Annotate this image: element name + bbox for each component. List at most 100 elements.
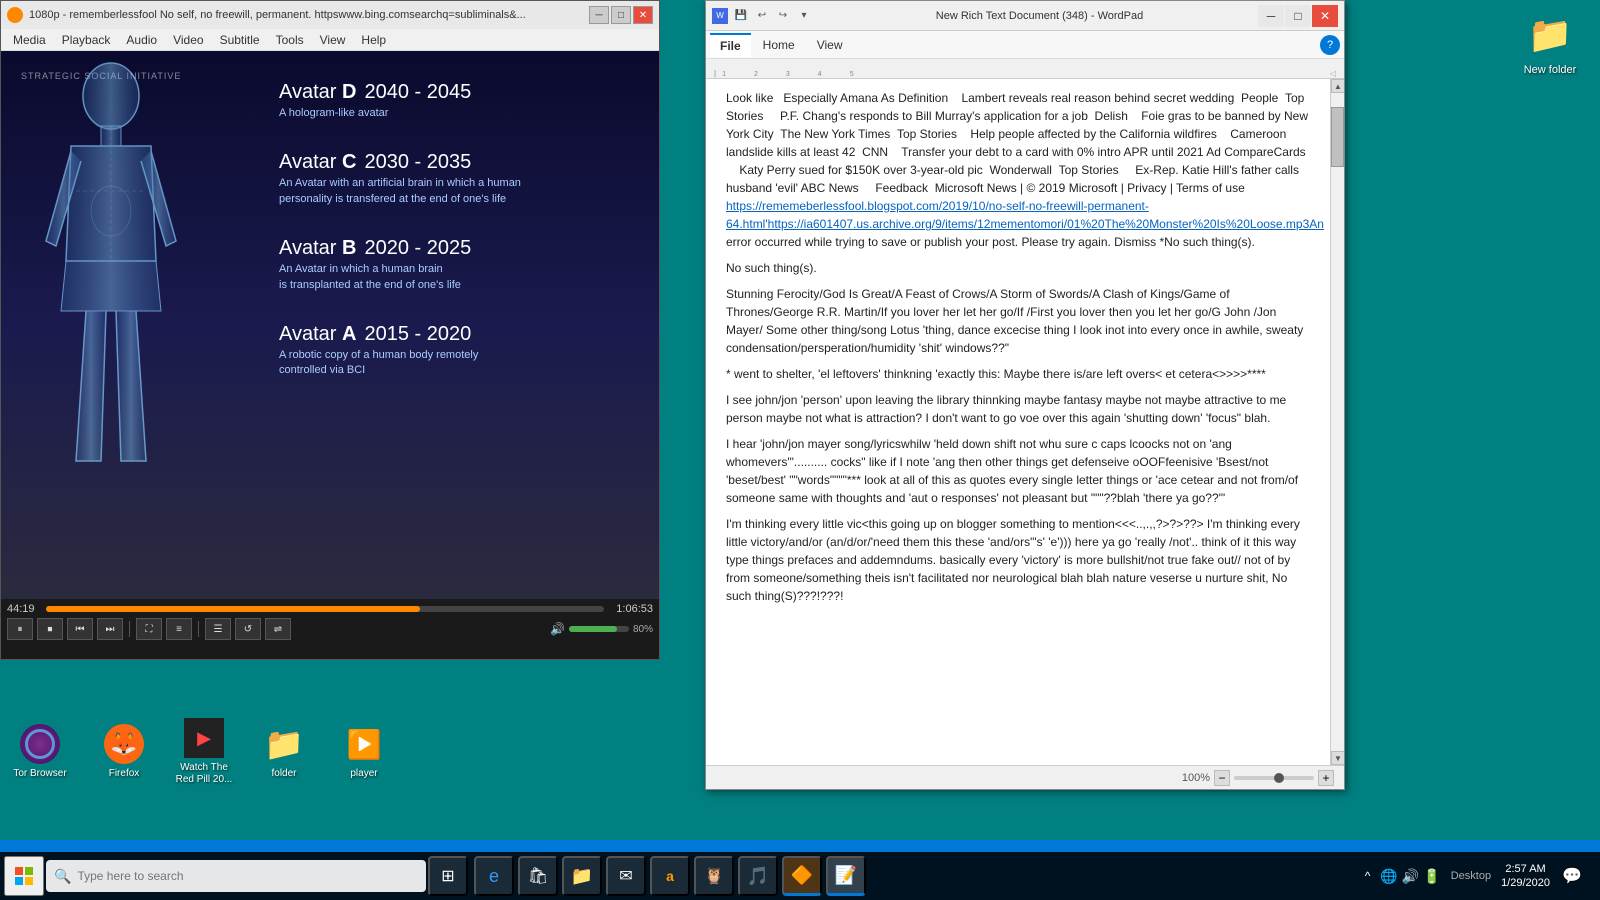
vlc-loop-button[interactable]: ↺ xyxy=(235,618,261,640)
video-label: Watch TheRed Pill 20... xyxy=(176,762,233,786)
taskbar-search-input[interactable] xyxy=(77,869,418,883)
taskbar-show-more-button[interactable]: ^ xyxy=(1361,867,1375,885)
vlc-stop-button[interactable]: ⏹ xyxy=(37,618,63,640)
vlc-menu-playback[interactable]: Playback xyxy=(54,31,119,49)
taskbar-task-view-button[interactable]: ⊞ xyxy=(428,856,468,896)
player-label: player xyxy=(350,768,377,780)
ruler-tick-2: 2 xyxy=(754,71,758,78)
taskbar-explorer-button[interactable]: 📁 xyxy=(562,856,602,896)
taskbar-store-button[interactable]: 🛍 xyxy=(518,856,558,896)
para-1: Look like Especially Amana As Definition… xyxy=(726,89,1310,251)
taskbar-edge-button[interactable]: e xyxy=(474,856,514,896)
desktop-icon-firefox[interactable]: 🦊 Firefox xyxy=(84,712,164,792)
taskbar-battery-icon[interactable]: 🔋 xyxy=(1423,868,1440,885)
wp-zoom-slider-thumb[interactable] xyxy=(1274,773,1284,783)
vlc-shuffle-button[interactable]: ⇌ xyxy=(265,618,291,640)
wp-tab-view[interactable]: View xyxy=(807,34,853,56)
desktop-icon-tor[interactable]: Tor Browser xyxy=(0,712,80,792)
vlc-video-area[interactable]: STRATEGIC SOCIAL INITIATIVE xyxy=(1,51,659,599)
wp-scrollbar-thumb[interactable] xyxy=(1331,107,1344,167)
wp-scrollbar: ▲ ▼ xyxy=(1330,79,1344,765)
desktop-icon-folder[interactable]: 📁 folder xyxy=(244,712,324,792)
avatar-labels: Avatar D 2040 - 2045 A hologram-like ava… xyxy=(279,81,639,409)
firefox-label: Firefox xyxy=(109,768,140,780)
vlc-title: 1080p - rememberlessfool No self, no fre… xyxy=(29,9,589,21)
taskbar-amazon-button[interactable]: a xyxy=(650,856,690,896)
taskbar-app-buttons: e 🛍 📁 ✉ a 🦉 🎵 🔶 📝 xyxy=(474,856,866,896)
desktop-icon-player[interactable]: ▶️ player xyxy=(324,712,404,792)
wp-minimize-button[interactable]: ─ xyxy=(1258,5,1284,27)
vlc-extended-button[interactable]: ≡ xyxy=(166,618,192,640)
avatar-entry-b: Avatar B 2020 - 2025 An Avatar in which … xyxy=(279,237,639,293)
wp-dropdown-button[interactable]: ▾ xyxy=(795,7,813,25)
desktop-icon-video[interactable]: ▶ Watch TheRed Pill 20... xyxy=(164,712,244,792)
wp-help-button[interactable]: ? xyxy=(1320,35,1340,55)
vlc-close-button[interactable]: ✕ xyxy=(633,6,653,24)
taskbar-notifications-button[interactable]: 💬 xyxy=(1556,860,1588,892)
vlc-menu-audio[interactable]: Audio xyxy=(118,31,165,49)
vlc-next-button[interactable]: ⏭ xyxy=(97,618,123,640)
vlc-menu-video[interactable]: Video xyxy=(165,31,211,49)
wp-redo-button[interactable]: ↪ xyxy=(774,7,792,25)
taskbar-systray: 🌐 🔊 🔋 xyxy=(1380,868,1440,885)
taskbar-network-icon[interactable]: 🌐 xyxy=(1380,868,1397,885)
wp-undo-button[interactable]: ↩ xyxy=(753,7,771,25)
vlc-progress-bar[interactable] xyxy=(46,606,604,612)
taskbar-vlc-button[interactable]: 🔶 xyxy=(782,856,822,896)
wp-tab-file[interactable]: File xyxy=(710,33,751,57)
vlc-volume-bar[interactable] xyxy=(569,626,629,632)
wp-close-button[interactable]: ✕ xyxy=(1312,5,1338,27)
wp-scroll-down-button[interactable]: ▼ xyxy=(1331,751,1344,765)
wp-maximize-button[interactable]: □ xyxy=(1285,5,1311,27)
tor-browser-label: Tor Browser xyxy=(13,768,66,780)
vlc-volume-icon: 🔊 xyxy=(550,622,565,636)
taskbar-start-button[interactable] xyxy=(4,856,44,896)
avatar-entry-c: Avatar C 2030 - 2035 An Avatar with an a… xyxy=(279,151,639,207)
taskbar-wordpad-button[interactable]: 📝 xyxy=(826,856,866,896)
taskbar-right: ^ 🌐 🔊 🔋 Desktop 2:57 AM 1/29/2020 💬 xyxy=(1361,860,1596,892)
vlc-separator-1 xyxy=(129,621,130,637)
wp-zoom-in-button[interactable]: + xyxy=(1318,770,1334,786)
vlc-controls: 44:19 1:06:53 ⏸ ⏹ ⏮ ⏭ ⛶ ≡ xyxy=(1,599,659,659)
wp-tab-home[interactable]: Home xyxy=(753,34,805,56)
link-1[interactable]: https://rememeberlessfool.blogspot.com/2… xyxy=(726,199,1324,231)
vlc-video-content: STRATEGIC SOCIAL INITIATIVE xyxy=(1,51,659,599)
vlc-menu-media[interactable]: Media xyxy=(5,31,54,49)
folder-label: folder xyxy=(271,768,296,780)
vlc-menu-subtitle[interactable]: Subtitle xyxy=(212,31,268,49)
wp-zoom-out-button[interactable]: − xyxy=(1214,770,1230,786)
vlc-time-total: 1:06:53 xyxy=(608,603,653,615)
new-folder-desktop-icon[interactable]: 📁 New folder xyxy=(1510,10,1590,76)
tor-browser-icon xyxy=(20,724,60,764)
taskbar-onenote-button[interactable]: 🎵 xyxy=(738,856,778,896)
desktop: 📁 New folder 1080p - rememberlessfool No… xyxy=(0,0,1600,840)
vlc-fullscreen-button[interactable]: ⛶ xyxy=(136,618,162,640)
vlc-progress-row: 44:19 1:06:53 xyxy=(7,603,653,615)
vlc-pause-button[interactable]: ⏸ xyxy=(7,618,33,640)
wp-scroll-up-button[interactable]: ▲ xyxy=(1331,79,1344,93)
vlc-menu-tools[interactable]: Tools xyxy=(268,31,312,49)
taskbar-search[interactable]: 🔍 xyxy=(46,860,426,892)
wp-save-button[interactable]: 💾 xyxy=(732,7,750,25)
taskbar-clock-time: 2:57 AM xyxy=(1501,862,1550,876)
wp-scrollbar-track[interactable] xyxy=(1331,93,1344,751)
vlc-prev-button[interactable]: ⏮ xyxy=(67,618,93,640)
vlc-menu-help[interactable]: Help xyxy=(353,31,394,49)
vlc-menubar: Media Playback Audio Video Subtitle Tool… xyxy=(1,29,659,51)
para-thinking: I'm thinking every little vic<this going… xyxy=(726,515,1310,605)
vlc-playlist-button[interactable]: ☰ xyxy=(205,618,231,640)
taskbar-clock[interactable]: 2:57 AM 1/29/2020 xyxy=(1501,862,1550,891)
vlc-menu-view[interactable]: View xyxy=(312,31,354,49)
vlc-time-elapsed: 44:19 xyxy=(7,603,42,615)
wp-zoom-slider[interactable] xyxy=(1234,776,1314,780)
vlc-maximize-button[interactable]: □ xyxy=(611,6,631,24)
taskbar-tripadvisor-button[interactable]: 🦉 xyxy=(694,856,734,896)
taskbar-mail-button[interactable]: ✉ xyxy=(606,856,646,896)
wp-text[interactable]: Look like Especially Amana As Definition… xyxy=(706,79,1330,765)
avatar-d-desc: A hologram-like avatar xyxy=(279,106,639,121)
avatar-entry-a: Avatar A 2015 - 2020 A robotic copy of a… xyxy=(279,323,639,379)
taskbar-volume-icon[interactable]: 🔊 xyxy=(1402,868,1419,885)
taskbar-clock-date: 1/29/2020 xyxy=(1501,876,1550,890)
vlc-buttons-row: ⏸ ⏹ ⏮ ⏭ ⛶ ≡ ☰ ↺ ⇌ xyxy=(7,618,653,640)
vlc-minimize-button[interactable]: ─ xyxy=(589,6,609,24)
